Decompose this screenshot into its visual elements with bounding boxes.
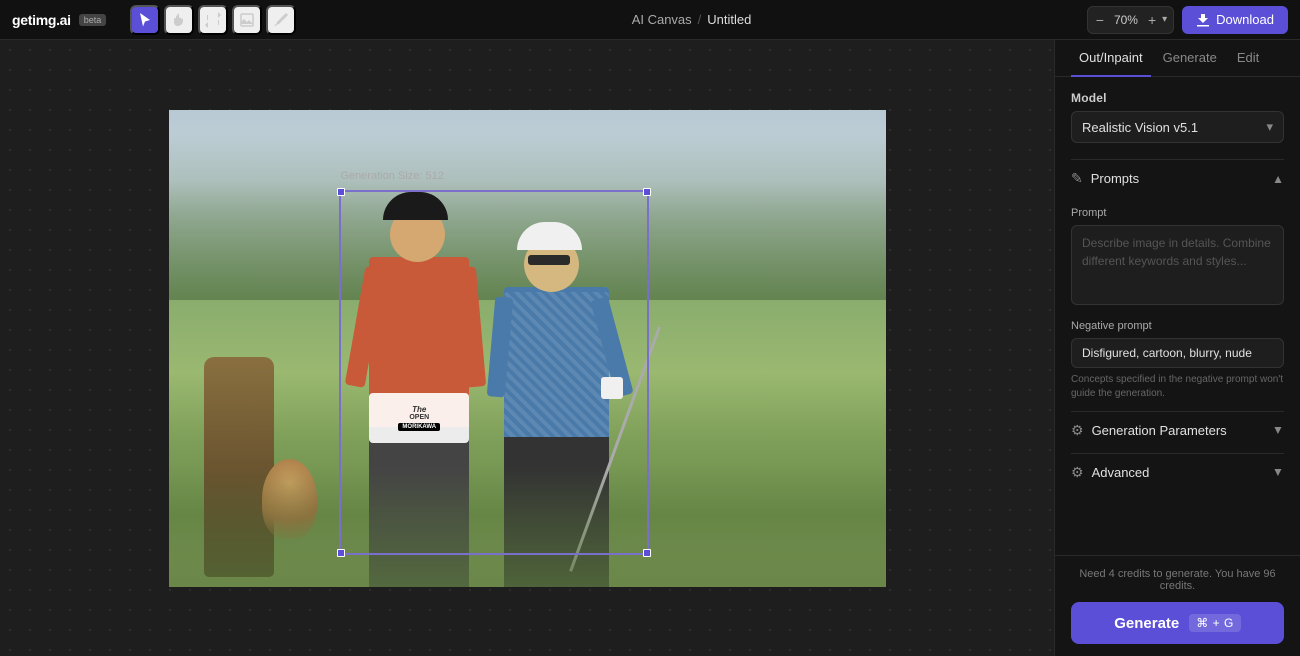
- canvas-image: The OPEN MORIKAWA: [169, 110, 886, 587]
- prompt-label: Prompt: [1071, 207, 1284, 219]
- pencil-icon: ✎: [1071, 170, 1083, 187]
- breadcrumb-canvas: AI Canvas: [632, 12, 692, 27]
- app-header: getimg.ai beta: [0, 0, 1300, 40]
- zoom-in-button[interactable]: +: [1146, 13, 1158, 27]
- breadcrumb: AI Canvas / Untitled: [632, 12, 752, 27]
- advanced-icon: ⚙: [1071, 464, 1084, 481]
- model-selected-value: Realistic Vision v5.1: [1082, 120, 1198, 135]
- model-select[interactable]: Realistic Vision v5.1 ▾: [1071, 111, 1284, 143]
- canvas-image-container: The OPEN MORIKAWA Generation Size: 512: [169, 110, 886, 587]
- logo: getimg.ai: [12, 12, 71, 28]
- caddie-dog: [262, 459, 317, 539]
- credits-text: Need 4 credits to generate. You have 96 …: [1071, 568, 1284, 592]
- caddie-bag: [204, 357, 274, 577]
- zoom-out-button[interactable]: −: [1094, 13, 1106, 27]
- generation-params-header[interactable]: ⚙ Generation Parameters ▲: [1071, 411, 1284, 449]
- advanced-label: Advanced: [1092, 465, 1150, 480]
- header-left: getimg.ai beta: [12, 5, 296, 35]
- sliders-icon: ⚙: [1071, 422, 1084, 439]
- download-label: Download: [1216, 12, 1274, 27]
- golfer-figure: [491, 227, 621, 587]
- zoom-control: − 70% + ▾: [1087, 6, 1174, 34]
- sidebar: Out/Inpaint Generate Edit Model Realisti…: [1054, 40, 1300, 656]
- header-right: − 70% + ▾ Download: [1087, 6, 1288, 34]
- refresh-tool-button[interactable]: [198, 5, 228, 35]
- prompts-section-label: Prompts: [1091, 171, 1139, 186]
- sidebar-content: Model Realistic Vision v5.1 ▾ ✎ Prompts …: [1055, 77, 1300, 555]
- hand-tool-button[interactable]: [164, 5, 194, 35]
- brush-tool-button[interactable]: [266, 5, 296, 35]
- canvas-area[interactable]: The OPEN MORIKAWA Generation Size: 512: [0, 40, 1054, 656]
- prompts-section-header[interactable]: ✎ Prompts ▲: [1071, 159, 1284, 197]
- negative-prompt-hint: Concepts specified in the negative promp…: [1071, 373, 1284, 401]
- sidebar-footer: Need 4 credits to generate. You have 96 …: [1055, 555, 1300, 656]
- prompts-chevron-icon: ▲: [1272, 172, 1284, 186]
- download-button[interactable]: Download: [1182, 6, 1288, 34]
- select-tool-button[interactable]: [130, 5, 160, 35]
- tab-outinpaint[interactable]: Out/Inpaint: [1071, 40, 1151, 77]
- sidebar-tabs: Out/Inpaint Generate Edit: [1055, 40, 1300, 77]
- model-section: Model Realistic Vision v5.1 ▾: [1071, 91, 1284, 155]
- generate-button[interactable]: Generate ⌘ + G: [1071, 602, 1284, 644]
- toolbar: [130, 5, 296, 35]
- model-chevron-icon: ▾: [1266, 119, 1273, 135]
- breadcrumb-separator: /: [698, 12, 702, 27]
- vest-bib: The OPEN MORIKAWA: [369, 393, 469, 443]
- generation-params-label: Generation Parameters: [1092, 423, 1227, 438]
- prompt-textarea[interactable]: [1071, 225, 1284, 305]
- breadcrumb-file: Untitled: [707, 12, 751, 27]
- generate-shortcut: ⌘ + G: [1189, 614, 1241, 632]
- main-content: The OPEN MORIKAWA Generation Size: 512 O…: [0, 40, 1300, 656]
- download-icon: [1196, 13, 1210, 27]
- generation-params-chevron-icon: ▲: [1272, 424, 1284, 438]
- advanced-section-header[interactable]: ⚙ Advanced ▲: [1071, 453, 1284, 491]
- tab-edit[interactable]: Edit: [1229, 40, 1267, 77]
- beta-badge: beta: [79, 14, 107, 26]
- generate-label: Generate: [1114, 615, 1179, 632]
- negative-prompt-label: Negative prompt: [1071, 320, 1284, 332]
- advanced-chevron-icon: ▲: [1272, 466, 1284, 480]
- zoom-dropdown-button[interactable]: ▾: [1162, 14, 1167, 25]
- image-tool-button[interactable]: [232, 5, 262, 35]
- negative-prompt-input[interactable]: [1071, 338, 1284, 368]
- model-label: Model: [1071, 91, 1284, 105]
- tab-generate[interactable]: Generate: [1155, 40, 1225, 77]
- zoom-value: 70%: [1110, 13, 1142, 27]
- prompt-section: Prompt Negative prompt Concepts specifie…: [1071, 201, 1284, 407]
